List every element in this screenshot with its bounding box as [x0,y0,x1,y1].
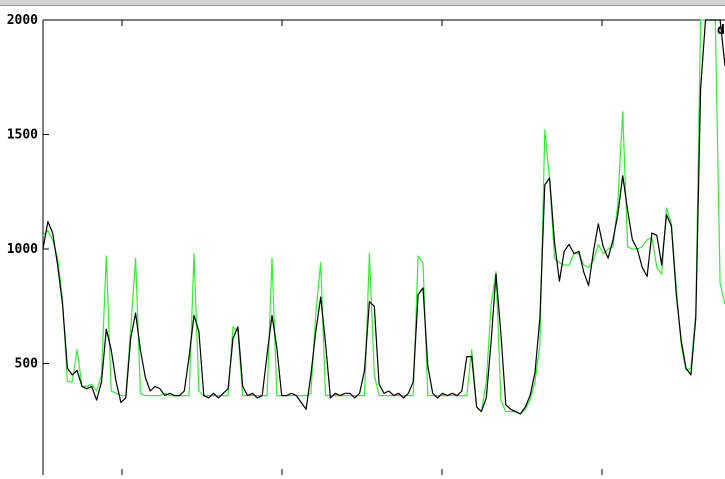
series-layer [42,19,725,415]
chart-container: 500 1000 1500 2000 d [0,0,725,475]
y-tick-label: 1000 [7,242,38,257]
legend-fragment: d [717,23,725,38]
line-chart: 500 1000 1500 2000 d [7,13,725,475]
series-line-green [42,19,725,415]
y-tick-label: 500 [15,357,39,372]
y-tick-label: 2000 [7,13,38,28]
series-line-black [42,19,725,415]
axes [42,19,725,475]
y-tick-label: 1500 [7,128,38,143]
